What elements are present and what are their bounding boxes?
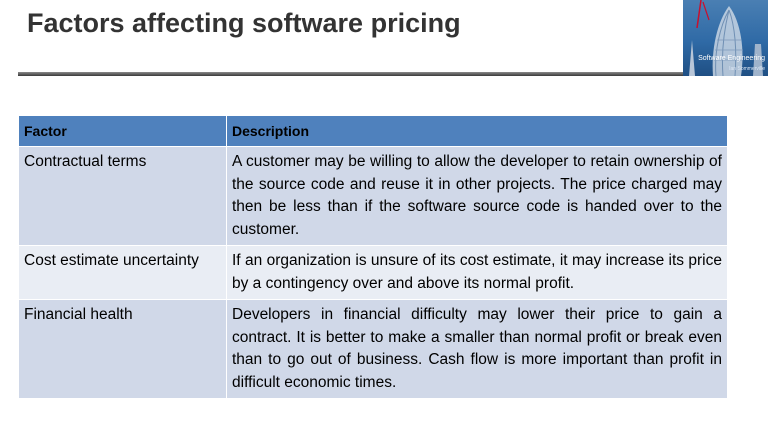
description-cell: Developers in financial difficulty may l… — [226, 299, 728, 399]
slide-title: Factors affecting software pricing — [27, 8, 461, 38]
column-header-description: Description — [226, 116, 728, 147]
table-row: Financial health Developers in financial… — [18, 299, 728, 399]
pricing-factors-table: Factor Description Contractual terms A c… — [18, 116, 728, 399]
factor-cell: Financial health — [18, 299, 227, 399]
table-header-row: Factor Description — [18, 116, 728, 147]
description-cell: If an organization is unsure of its cost… — [226, 245, 728, 300]
factor-cell: Cost estimate uncertainty — [18, 245, 227, 300]
book-cover-logo: Software Engineering Ian Sommerville — [683, 0, 768, 76]
table-row: Cost estimate uncertainty If an organiza… — [18, 245, 728, 300]
description-cell: A customer may be willing to allow the d… — [226, 146, 728, 246]
factor-cell: Contractual terms — [18, 146, 227, 246]
cover-title: Software Engineering — [698, 55, 765, 62]
table-row: Contractual terms A customer may be will… — [18, 146, 728, 246]
title-divider — [18, 72, 768, 76]
cover-building-image — [689, 0, 763, 76]
column-header-factor: Factor — [18, 116, 227, 147]
cover-author: Ian Sommerville — [729, 66, 765, 72]
